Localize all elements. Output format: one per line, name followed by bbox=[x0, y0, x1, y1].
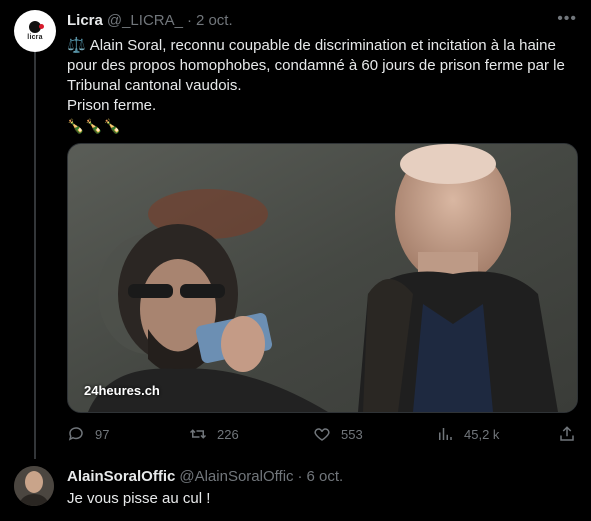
scales-icon: ⚖️ bbox=[67, 37, 86, 54]
retweet-action[interactable]: 226 bbox=[189, 424, 239, 444]
heart-icon bbox=[314, 428, 330, 441]
media-credit: 24heures.ch bbox=[84, 383, 160, 398]
like-count: 553 bbox=[341, 426, 363, 442]
tweet-text: ⚖️ Alain Soral, reconnu coupable de discr… bbox=[67, 36, 582, 136]
more-horizontal-icon[interactable]: ••• bbox=[557, 10, 577, 28]
tweet-media-image[interactable]: 24heures.ch bbox=[67, 143, 578, 413]
media-photo bbox=[68, 144, 577, 412]
tweet-date[interactable]: 2 oct. bbox=[196, 12, 233, 29]
reply-action[interactable]: 97 bbox=[67, 424, 109, 444]
author-handle[interactable]: @_LICRA_ bbox=[107, 12, 183, 29]
tweet-header: Licra @_LICRA_ · 2 oct. bbox=[67, 10, 571, 30]
retweet-icon bbox=[189, 429, 207, 439]
author-name[interactable]: Licra bbox=[67, 12, 103, 29]
like-action[interactable]: 553 bbox=[313, 424, 363, 444]
separator-dot: · bbox=[186, 11, 192, 29]
bottle-emoji-line: 🍾🍾🍾 bbox=[67, 118, 123, 134]
tweet-actions: 97 226 553 45,2 k bbox=[67, 424, 576, 444]
reply-icon bbox=[68, 427, 83, 441]
reply-header: AlainSoralOffic @AlainSoralOffic · 6 oct… bbox=[67, 468, 343, 485]
share-action[interactable] bbox=[558, 424, 586, 444]
reply-author-name[interactable]: AlainSoralOffic bbox=[67, 468, 175, 485]
retweet-count: 226 bbox=[217, 426, 239, 442]
thread-line bbox=[34, 52, 36, 459]
reply-text: Je vous pisse au cul ! bbox=[67, 490, 211, 507]
views-action[interactable]: 45,2 k bbox=[436, 424, 499, 444]
views-bar-chart-icon bbox=[439, 428, 452, 440]
views-count: 45,2 k bbox=[464, 426, 500, 442]
avatar[interactable]: licra bbox=[14, 10, 56, 52]
tweet-text-line-2: Prison ferme. bbox=[67, 97, 157, 114]
reply-author-handle[interactable]: @AlainSoralOffic bbox=[179, 468, 293, 485]
tweet-text-line-1: Alain Soral, reconnu coupable de discrim… bbox=[67, 37, 565, 94]
separator-dot: · bbox=[297, 468, 303, 485]
reply-date[interactable]: 6 oct. bbox=[307, 468, 344, 485]
reply-avatar-photo bbox=[14, 466, 54, 506]
share-icon bbox=[560, 426, 574, 441]
reply-count: 97 bbox=[95, 426, 110, 442]
reply-avatar[interactable] bbox=[14, 466, 54, 506]
avatar-logo-text: licra bbox=[27, 34, 43, 41]
licra-logo-mark bbox=[29, 21, 44, 33]
